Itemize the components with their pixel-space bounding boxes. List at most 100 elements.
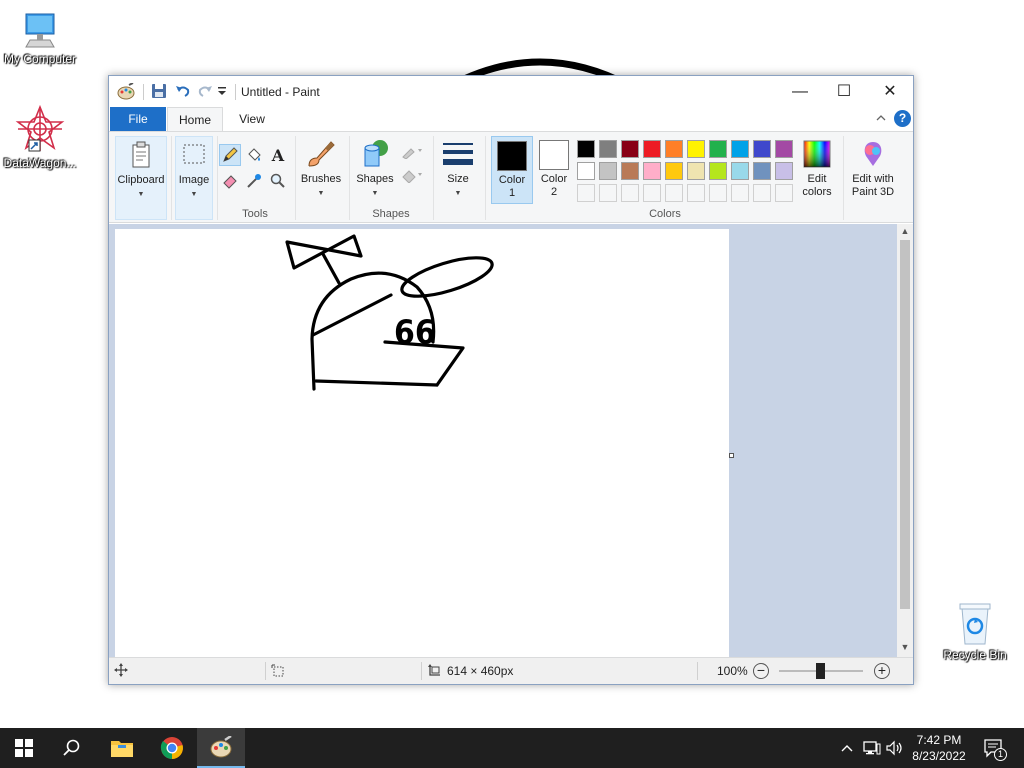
windows-logo-icon bbox=[15, 739, 33, 757]
color1-button[interactable]: Color 1 bbox=[491, 136, 533, 204]
color-picker-tool-button[interactable] bbox=[243, 170, 265, 192]
undo-icon[interactable] bbox=[175, 83, 191, 102]
maximize-button[interactable]: ☐ bbox=[821, 76, 867, 107]
close-button[interactable]: ✕ bbox=[867, 76, 913, 107]
select-icon bbox=[183, 144, 205, 164]
palette-custom-swatch[interactable] bbox=[665, 184, 683, 202]
start-button[interactable] bbox=[0, 728, 48, 768]
paint-app-icon[interactable] bbox=[117, 82, 135, 104]
palette-custom-swatch[interactable] bbox=[753, 184, 771, 202]
taskbar-clock[interactable]: 7:42 PM 8/23/2022 bbox=[906, 732, 972, 764]
desktop-icon-recycle-bin[interactable]: Recycle Bin bbox=[935, 600, 1015, 662]
palette-swatch[interactable] bbox=[599, 162, 617, 180]
network-button[interactable] bbox=[860, 728, 884, 768]
palette-swatch[interactable] bbox=[775, 140, 793, 158]
volume-button[interactable] bbox=[884, 728, 906, 768]
customize-toolbar-icon[interactable] bbox=[217, 85, 227, 100]
edit-colors-button[interactable]: Edit colors bbox=[795, 136, 839, 206]
action-center-button[interactable]: 1 bbox=[980, 728, 1008, 768]
palette-swatch[interactable] bbox=[577, 140, 595, 158]
palette-swatch[interactable] bbox=[709, 162, 727, 180]
edit-with-paint3d-button[interactable]: Edit with Paint 3D bbox=[845, 136, 901, 206]
palette-custom-swatch[interactable] bbox=[731, 184, 749, 202]
ribbon: Clipboard ▼ Image ▼ A Tools Brushes ▼ Sh… bbox=[109, 131, 913, 223]
palette-custom-swatch[interactable] bbox=[687, 184, 705, 202]
palette-custom-swatch[interactable] bbox=[621, 184, 639, 202]
tab-home[interactable]: Home bbox=[167, 107, 223, 131]
chevron-down-icon: ▼ bbox=[190, 191, 198, 198]
drawing-canvas[interactable]: 66 bbox=[115, 229, 729, 657]
size-button[interactable]: Size ▼ bbox=[437, 136, 479, 206]
resize-handle-right[interactable] bbox=[729, 453, 734, 458]
separator bbox=[421, 662, 422, 680]
datawagon-icon bbox=[15, 104, 65, 152]
fill-shape-button[interactable] bbox=[399, 164, 427, 186]
scroll-up-icon[interactable]: ▲ bbox=[897, 226, 913, 236]
edit-paint3d-label-2: Paint 3D bbox=[851, 186, 895, 198]
zoom-in-button[interactable]: + bbox=[874, 663, 890, 679]
taskbar-file-explorer[interactable] bbox=[98, 728, 146, 768]
scroll-down-icon[interactable]: ▼ bbox=[897, 642, 913, 652]
menu-bar: File Home View ? bbox=[109, 107, 913, 131]
pencil-tool-button[interactable] bbox=[219, 144, 241, 166]
palette-custom-swatch[interactable] bbox=[643, 184, 661, 202]
tab-view[interactable]: View bbox=[227, 107, 277, 131]
eraser-tool-button[interactable] bbox=[219, 170, 241, 192]
computer-icon bbox=[25, 13, 55, 48]
outline-button[interactable] bbox=[399, 140, 427, 162]
desktop-icon-datawagon[interactable]: DataWagon... bbox=[0, 104, 80, 170]
image-button[interactable]: Image ▼ bbox=[175, 136, 213, 220]
zoom-out-button[interactable]: − bbox=[753, 663, 769, 679]
palette-custom-swatch[interactable] bbox=[709, 184, 727, 202]
color2-button[interactable]: Color 2 bbox=[533, 136, 575, 204]
palette-swatch[interactable] bbox=[731, 162, 749, 180]
text-tool-button[interactable]: A bbox=[267, 144, 289, 166]
vertical-scrollbar[interactable]: ▲ ▼ bbox=[897, 224, 913, 657]
fill-tool-button[interactable] bbox=[243, 144, 265, 166]
cursor-position-icon bbox=[114, 663, 128, 680]
palette-swatch[interactable] bbox=[577, 162, 595, 180]
palette-swatch[interactable] bbox=[665, 162, 683, 180]
help-icon[interactable]: ? bbox=[894, 110, 911, 127]
palette-swatch[interactable] bbox=[775, 162, 793, 180]
palette-custom-swatch[interactable] bbox=[577, 184, 595, 202]
separator bbox=[171, 136, 172, 220]
clipboard-label: Clipboard bbox=[117, 174, 165, 186]
palette-swatch[interactable] bbox=[621, 140, 639, 158]
search-button[interactable] bbox=[48, 728, 96, 768]
save-icon[interactable] bbox=[151, 83, 167, 102]
brushes-button[interactable]: Brushes ▼ bbox=[299, 136, 343, 206]
palette-swatch[interactable] bbox=[709, 140, 727, 158]
separator bbox=[843, 136, 844, 220]
magnifier-tool-button[interactable] bbox=[267, 170, 289, 192]
separator bbox=[143, 84, 144, 100]
palette-swatch[interactable] bbox=[621, 162, 639, 180]
show-hidden-icons[interactable] bbox=[836, 728, 858, 768]
palette-custom-swatch[interactable] bbox=[599, 184, 617, 202]
palette-swatch[interactable] bbox=[599, 140, 617, 158]
taskbar-paint[interactable] bbox=[197, 728, 245, 768]
scroll-thumb[interactable] bbox=[900, 240, 910, 609]
palette-swatch[interactable] bbox=[643, 140, 661, 158]
taskbar-chrome[interactable] bbox=[148, 728, 196, 768]
minimize-button[interactable]: — bbox=[777, 76, 823, 107]
line-size-icon bbox=[443, 143, 473, 165]
palette-swatch[interactable] bbox=[687, 140, 705, 158]
outline-pen-icon bbox=[402, 148, 422, 159]
desktop-icon-my-computer[interactable]: My Computer bbox=[0, 10, 80, 66]
shapes-button[interactable]: Shapes ▼ bbox=[353, 136, 397, 206]
canvas-workspace[interactable]: 66 bbox=[109, 224, 897, 657]
redo-icon[interactable] bbox=[197, 83, 213, 102]
palette-swatch[interactable] bbox=[665, 140, 683, 158]
selection-size-icon bbox=[271, 664, 285, 681]
tab-file[interactable]: File bbox=[110, 107, 166, 131]
clipboard-button[interactable]: Clipboard ▼ bbox=[115, 136, 167, 220]
collapse-ribbon-icon[interactable] bbox=[875, 111, 887, 128]
palette-swatch[interactable] bbox=[753, 140, 771, 158]
zoom-slider-thumb[interactable] bbox=[816, 663, 825, 679]
palette-swatch[interactable] bbox=[731, 140, 749, 158]
palette-custom-swatch[interactable] bbox=[775, 184, 793, 202]
palette-swatch[interactable] bbox=[753, 162, 771, 180]
palette-swatch[interactable] bbox=[687, 162, 705, 180]
palette-swatch[interactable] bbox=[643, 162, 661, 180]
